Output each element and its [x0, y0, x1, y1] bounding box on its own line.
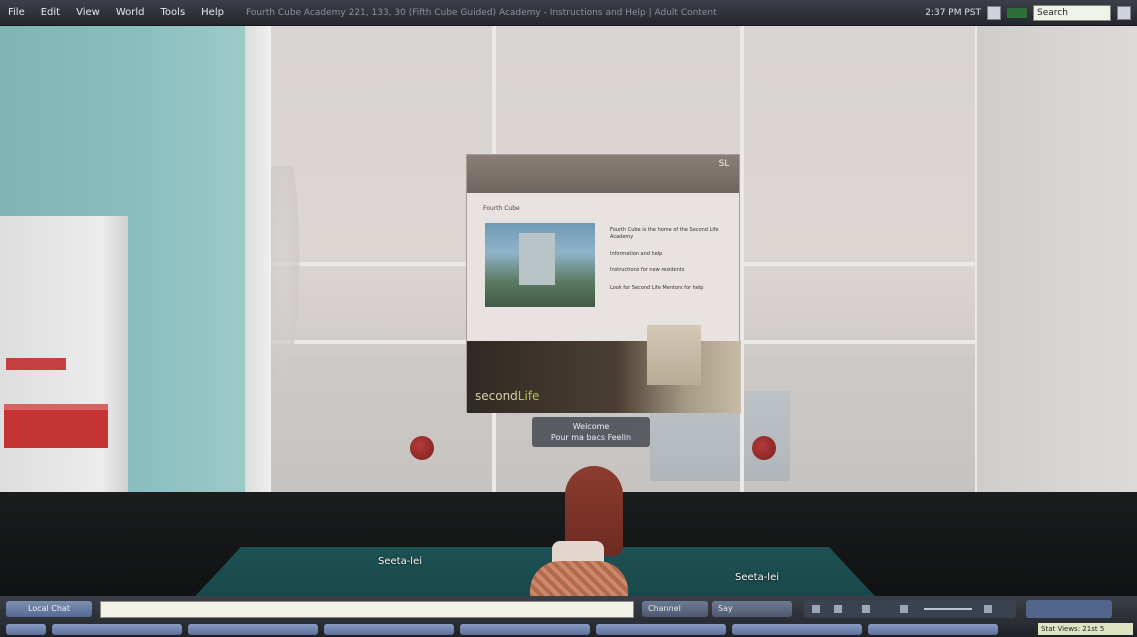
right-wall	[977, 26, 1137, 526]
board-bullet: Information and help	[610, 251, 663, 257]
tooltip-title: Welcome	[572, 422, 610, 431]
board-bullet: Instructions for new residents	[610, 267, 685, 273]
presentation-board[interactable]: SL Fourth Cube Fourth Cube is the home o…	[466, 154, 741, 413]
chat-toggle-button[interactable]	[6, 624, 46, 635]
board-brand: secondLife	[475, 389, 539, 403]
search-input[interactable]: Search	[1033, 5, 1111, 21]
red-sign[interactable]	[4, 404, 108, 448]
board-bullet: Look for Second Life Mentors for help	[610, 285, 704, 291]
tooltip-text: Pour ma bacs Feelin	[550, 433, 632, 442]
local-chat-button[interactable]: Local Chat	[6, 601, 92, 617]
status-area: 2:37 PM PST Search	[925, 4, 1131, 22]
object-tooltip: Welcome Pour ma bacs Feelin	[532, 417, 650, 447]
voice-controls[interactable]	[1026, 600, 1112, 618]
floor-label: Seeta-lei	[378, 556, 423, 567]
music-icon[interactable]	[900, 605, 908, 613]
brand-part1: second	[475, 389, 518, 403]
photo-building	[519, 233, 555, 285]
location-label: Fourth Cube Academy 221, 133, 30 (Fifth …	[245, 7, 717, 18]
board-bullet: Fourth Cube is the home of the Second Li…	[610, 227, 719, 240]
brand-part2: Life	[517, 389, 540, 403]
taskbar-button[interactable]	[460, 624, 590, 635]
chat-input[interactable]	[100, 600, 634, 618]
channel-select[interactable]: Channel	[642, 601, 708, 617]
board-cube-image	[647, 325, 701, 385]
window-frame	[740, 26, 744, 496]
say-dropdown[interactable]: Say	[712, 601, 792, 617]
red-orb[interactable]	[752, 436, 776, 460]
board-header: SL	[467, 155, 739, 193]
taskbar-button[interactable]	[188, 624, 318, 635]
media-icon[interactable]	[862, 605, 870, 613]
taskbar-button[interactable]	[732, 624, 862, 635]
menu-tools[interactable]: Tools	[153, 0, 194, 26]
red-orb[interactable]	[410, 436, 434, 460]
search-button[interactable]	[1117, 6, 1131, 20]
taskbar-button[interactable]	[324, 624, 454, 635]
media-controls	[804, 600, 1016, 618]
red-marker	[6, 358, 66, 370]
menu-world[interactable]: World	[108, 0, 153, 26]
taskbar-button[interactable]	[596, 624, 726, 635]
taskbar-button[interactable]	[868, 624, 998, 635]
board-logo: SL	[718, 159, 730, 169]
taskbar: Stat Views: 21st 5	[0, 622, 1137, 637]
speaker-icon[interactable]	[984, 605, 992, 613]
chat-bar: Local Chat Channel Say	[0, 596, 1137, 622]
balance-icon[interactable]	[987, 6, 1001, 20]
avatar[interactable]	[530, 561, 628, 596]
clock: 2:37 PM PST	[925, 8, 981, 18]
stats-readout: Stat Views: 21st 5	[1038, 623, 1133, 635]
board-title: Fourth Cube	[483, 205, 520, 212]
health-indicator	[1007, 8, 1027, 18]
menu-help[interactable]: Help	[193, 0, 232, 26]
floor-label: Seeta-lei	[735, 572, 780, 583]
menu-file[interactable]: File	[0, 0, 33, 26]
play-icon[interactable]	[812, 605, 820, 613]
wall-edge	[245, 26, 271, 496]
stop-icon[interactable]	[834, 605, 842, 613]
menu-edit[interactable]: Edit	[33, 0, 68, 26]
menu-view[interactable]: View	[68, 0, 108, 26]
taskbar-button[interactable]	[52, 624, 182, 635]
volume-slider[interactable]	[924, 608, 972, 610]
menu-bar: File Edit View World Tools Help Fourth C…	[0, 0, 1137, 26]
world-viewport[interactable]: Seeta-lei Seeta-lei SL Fourth Cube Fourt…	[0, 26, 1137, 596]
